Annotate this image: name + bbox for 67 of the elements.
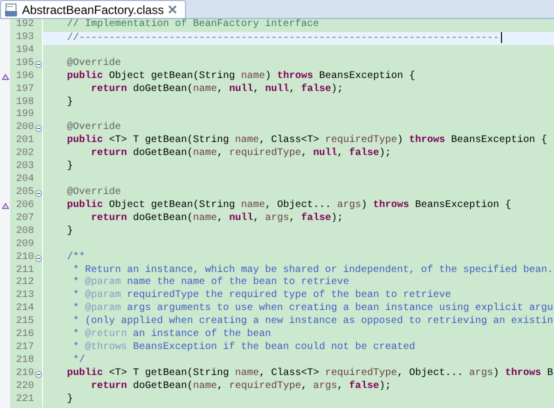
code-line: } — [66, 161, 74, 172]
code-line: return doGetBean(name, requiredType, args, false); — [90, 380, 392, 392]
line-number: 195 — [14, 58, 34, 71]
code-line: * @param requiredType the required type of the bean to retrieve — [72, 290, 452, 302]
code-line: /** — [66, 252, 86, 263]
code-line: * Return an instance, which may be shared or independent, of the specified bean. — [72, 264, 554, 276]
code-line: */ — [72, 354, 86, 366]
line-number: 221 — [14, 394, 34, 407]
code-line: //---------------------------------------------------------------------- — [66, 33, 500, 44]
line-number: 215 — [14, 316, 34, 329]
line-number: 211 — [14, 264, 34, 277]
line-number: 193 — [14, 32, 34, 45]
code-line: public Object getBean(String name) throws BeansException { — [66, 70, 416, 82]
line-number: 192 — [14, 19, 34, 32]
code-line: @Override — [66, 122, 122, 134]
line-number: 219 — [14, 368, 34, 381]
line-number: 214 — [14, 303, 34, 316]
code-line: return doGetBean(name, requiredType, null, false); — [90, 148, 392, 160]
override-triangle-icon[interactable] — [2, 203, 8, 210]
line-number: 205 — [14, 186, 34, 200]
line-number: 213 — [14, 290, 34, 303]
class-file-icon — [4, 2, 18, 16]
line-number: 220 — [14, 380, 34, 394]
line-number: 217 — [14, 342, 34, 355]
line-number: 204 — [14, 174, 34, 187]
code-line: public <T> T getBean(String name, Class<T> requiredType, Object... args) throws B — [66, 368, 554, 379]
line-number: 206 — [14, 200, 34, 213]
line-number: 197 — [14, 84, 34, 97]
line-number: 201 — [14, 135, 34, 148]
code-line: * (only applied when creating a new instance as opposed to retrieving an existin — [72, 316, 554, 328]
collapse-icon[interactable] — [34, 254, 42, 262]
line-number: 194 — [14, 44, 34, 58]
line-number: 196 — [14, 70, 34, 84]
collapse-icon[interactable] — [34, 125, 42, 132]
line-number: 202 — [14, 148, 34, 161]
line-number: 216 — [14, 329, 34, 342]
line-number: 199 — [14, 109, 34, 122]
collapse-icon[interactable] — [34, 60, 42, 68]
collapse-icon[interactable] — [34, 190, 42, 197]
line-number: 212 — [14, 277, 34, 290]
line-number: 218 — [14, 354, 34, 368]
code-line: @Override — [66, 58, 122, 69]
code-line: public <T> T getBean(String name, Class<T> requiredType) throws BeansException { — [66, 135, 548, 146]
code-line: return doGetBean(name, null, args, false); — [90, 212, 344, 224]
code-line: * @param name the name of the bean to retrieve — [72, 277, 350, 288]
line-number: 207 — [14, 212, 34, 226]
close-icon[interactable] — [168, 5, 177, 14]
code-line: * @throws BeansException if the bean could not be created — [72, 342, 416, 354]
line-number: 209 — [14, 238, 34, 252]
code-line: // Implementation of BeanFactory interface — [66, 19, 320, 30]
code-line: @Override — [66, 186, 122, 198]
line-number: 200 — [14, 122, 34, 135]
collapse-icon[interactable] — [34, 370, 42, 378]
line-number: 198 — [14, 96, 34, 109]
code-line: } — [66, 226, 74, 237]
line-number: 203 — [14, 161, 34, 174]
editor-tab[interactable]: AbstractBeanFactory.class — [0, 0, 186, 18]
line-number: 208 — [14, 226, 34, 239]
text-cursor — [501, 32, 502, 43]
code-line: } — [66, 394, 74, 405]
line-number: 210 — [14, 252, 34, 265]
code-line: } — [66, 96, 74, 108]
code-line: return doGetBean(name, null, null, false); — [90, 84, 344, 95]
code-line: public Object getBean(String name, Object... args) throws BeansException { — [66, 200, 512, 211]
code-line: * @return an instance of the bean — [72, 329, 272, 340]
override-triangle-icon[interactable] — [2, 74, 8, 80]
code-line: * @param args arguments to use when creating a bean instance using explicit argu — [72, 303, 554, 314]
